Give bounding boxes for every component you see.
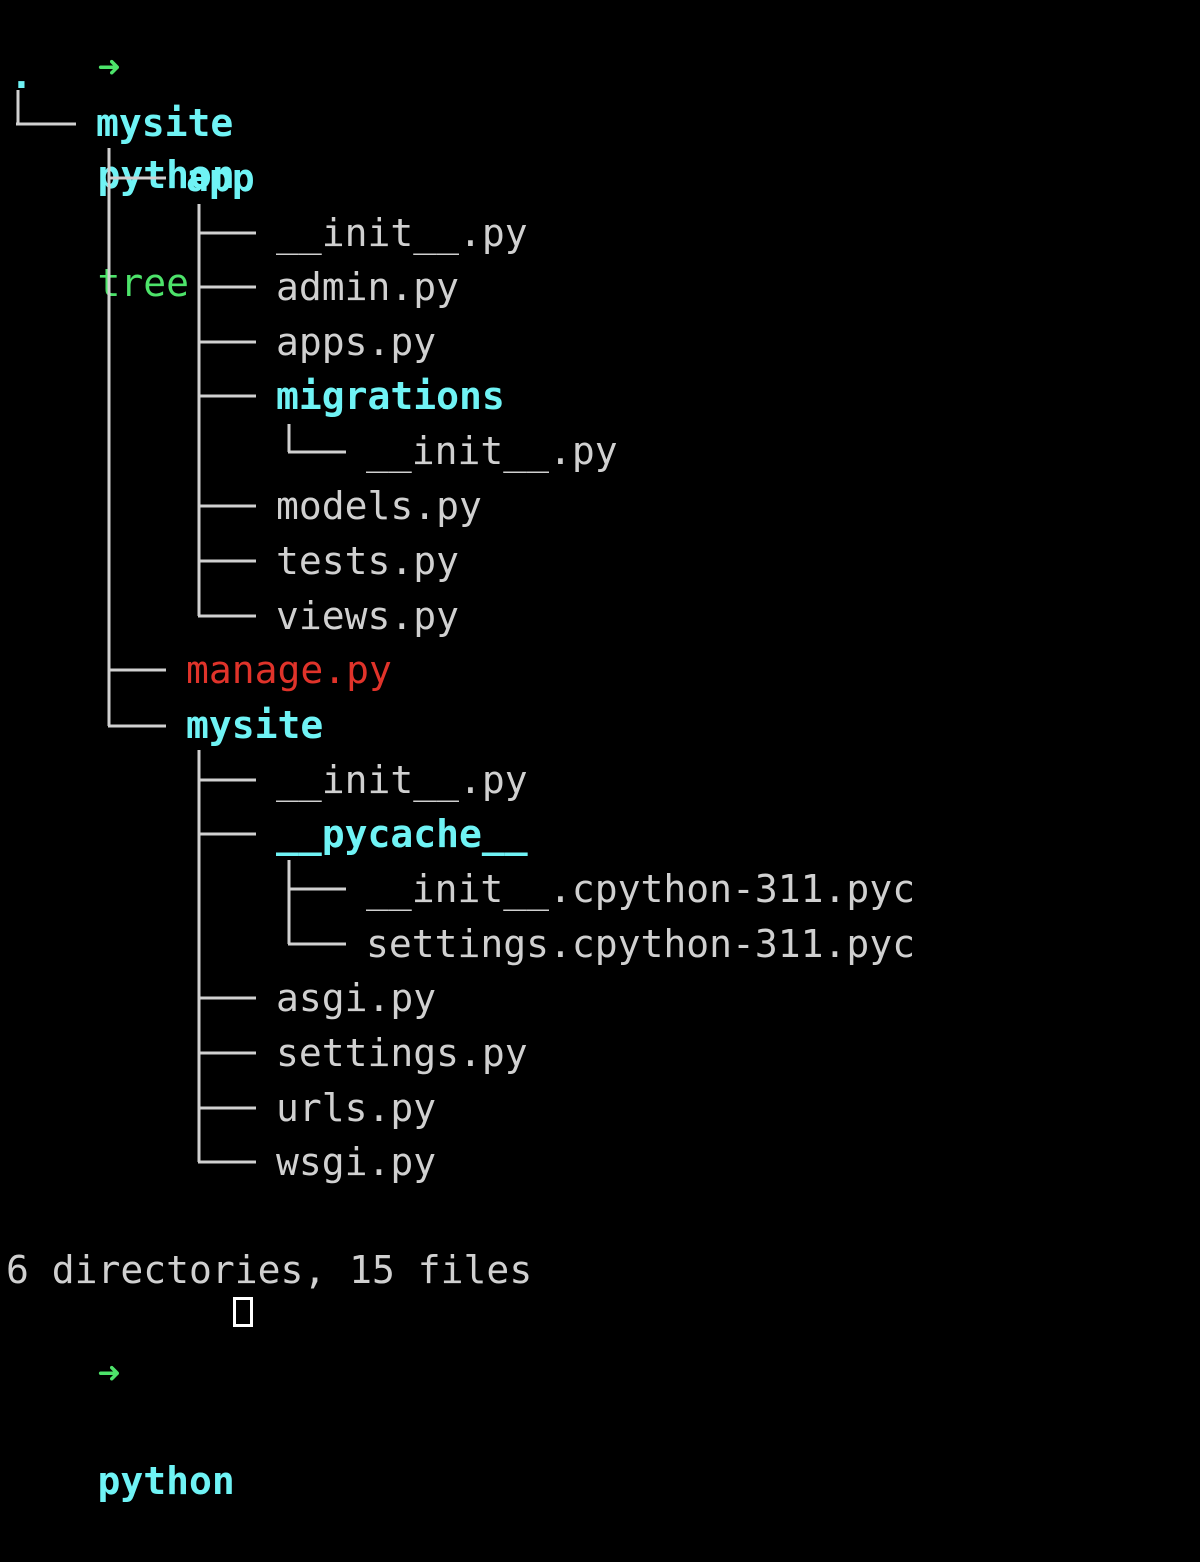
prompt-arrow-icon: ➜: [97, 1351, 121, 1395]
tree-file: tests.py: [276, 539, 460, 583]
prompt-cwd: python: [97, 1459, 235, 1503]
tree-file: __init__.py: [276, 758, 528, 802]
tree-file-executable: manage.py: [186, 648, 392, 692]
tree-file: wsgi.py: [276, 1140, 437, 1184]
tree-dir-mysite: mysite: [96, 101, 234, 145]
tree-file: urls.py: [276, 1086, 437, 1130]
tree-file: models.py: [276, 484, 482, 528]
tree-root: .: [10, 53, 33, 97]
text-cursor: [233, 1297, 253, 1327]
tree-file: settings.cpython-311.pyc: [366, 922, 916, 966]
tree-file: settings.py: [276, 1031, 528, 1075]
tree-connectors: [16, 90, 346, 1164]
tree-file: __init__.py: [366, 429, 618, 473]
next-prompt-line[interactable]: ➜ python: [6, 1292, 235, 1503]
tree-summary: 6 directories, 15 files: [6, 1248, 533, 1292]
tree-file: views.py: [276, 594, 460, 638]
tree-dir-mysite-inner: mysite: [186, 703, 324, 747]
tree-file: apps.py: [276, 320, 437, 364]
tree-file: asgi.py: [276, 976, 437, 1020]
tree-file: __init__.cpython-311.pyc: [366, 867, 916, 911]
tree-dir-migrations: migrations: [276, 374, 505, 418]
tree-file: admin.py: [276, 265, 460, 309]
tree-dir-app: app: [186, 156, 255, 200]
tree-file: __init__.py: [276, 211, 528, 255]
tree-dir-pycache: __pycache__: [276, 812, 528, 856]
